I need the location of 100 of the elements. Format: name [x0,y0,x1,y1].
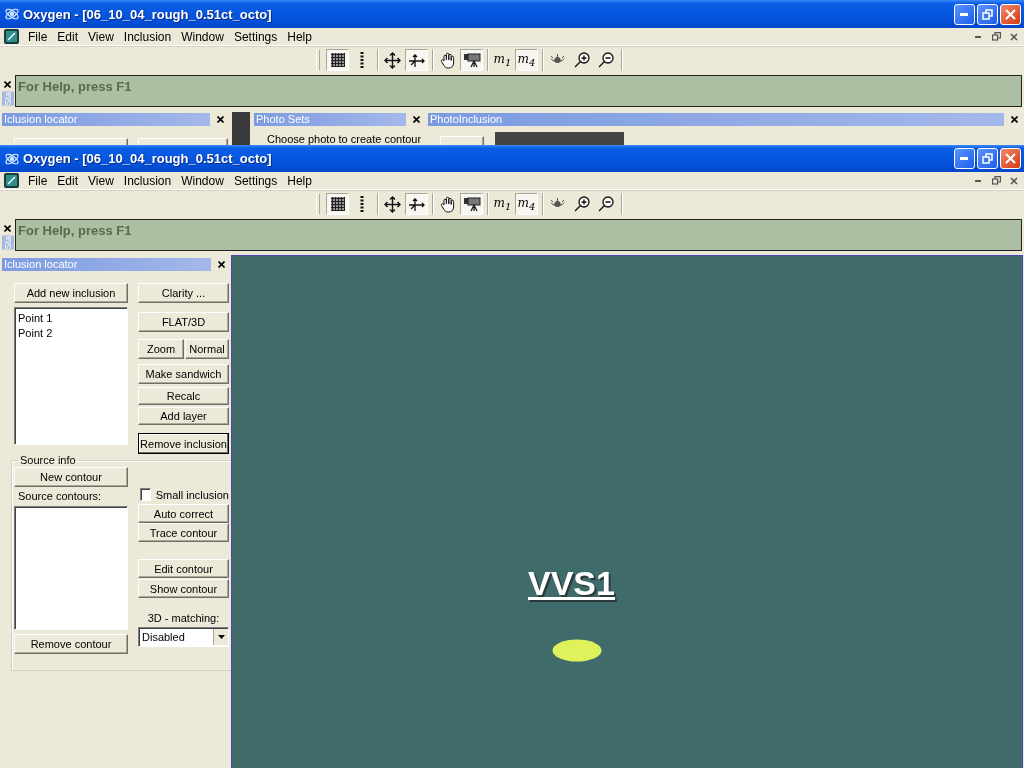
hand-icon [439,51,456,69]
window-title: Oxygen - [06_10_04_rough_0.51ct_octo] [23,6,272,22]
edit-contour-button[interactable]: Edit contour [138,559,229,578]
menu-item[interactable]: Window [176,172,229,189]
list-item[interactable]: Point 1 [18,311,53,326]
hand-icon [439,195,456,213]
zoom-out-icon [597,52,614,68]
zoom-out-icon [597,196,614,212]
dotted-line-icon [359,196,364,212]
panel-title: Iclusion locator [2,112,211,126]
inclusion-list[interactable]: Point 1 Point 2 [14,307,128,445]
grid-icon [330,197,345,211]
show-contour-button[interactable]: Show contour [138,579,229,598]
help-text: For Help, press F1 [17,222,132,238]
close-icon [1010,115,1018,123]
menu-item[interactable]: Settings [228,172,283,189]
auto-correct-button[interactable]: Auto correct [138,504,229,523]
add-inclusion-button[interactable]: Add new inclusion [14,283,128,303]
close-icon [412,115,420,123]
restore-icon [982,153,993,164]
contour-list[interactable] [14,506,128,630]
close-icon [4,225,11,232]
zoom-button[interactable]: Zoom [138,339,184,359]
menu-item[interactable]: Edit [52,28,84,45]
tool-button[interactable] [381,193,404,215]
menu-item[interactable]: Settings [228,28,283,45]
menu-item[interactable]: View [83,28,119,45]
remove-contour-button[interactable]: Remove contour [14,634,128,654]
flat-3d-button[interactable]: FLAT/3D [138,312,229,332]
tool-button[interactable]: m$_{1}$ [491,193,514,215]
checkbox[interactable] [140,488,151,501]
move-icon [384,195,401,213]
close-button[interactable] [1008,113,1020,125]
close-icon [216,115,224,123]
minimize-icon [975,179,981,182]
menu-item[interactable]: File [23,172,53,189]
panel-title: Photo Sets [254,112,406,126]
minimize-icon [960,12,969,16]
group-label: Source info [19,454,77,466]
eye-icon [549,54,566,66]
normal-button[interactable]: Normal [185,339,229,359]
grid-icon [330,53,345,67]
menu-item[interactable]: Window [176,28,229,45]
view-canvas[interactable]: VVS1 [231,255,1023,768]
eye-icon [549,198,566,210]
close-button[interactable] [2,79,13,90]
close-button[interactable] [214,113,226,125]
menu-item[interactable]: Inclusion [118,28,177,45]
tool-button[interactable]: m$_{4}$ [515,49,538,71]
inclusion-shape [552,639,602,662]
zoom-in-icon [573,196,590,212]
restore-icon [982,8,993,20]
menu-item[interactable]: File [23,28,53,45]
zoom-in-icon [573,52,590,68]
new-contour-button[interactable]: New contour [14,467,128,487]
minimize-button[interactable] [954,3,975,25]
clarity-button[interactable]: Clarity ... [138,283,229,303]
close-button[interactable] [215,258,227,270]
tool-button[interactable] [460,193,483,215]
restore-button[interactable] [977,3,998,25]
tool-button[interactable] [405,193,428,215]
trace-contour-button[interactable]: Trace contour [138,523,229,542]
close-icon [4,81,11,88]
close-icon [1005,153,1016,164]
menu-item[interactable]: Help [282,28,317,45]
close-button[interactable] [410,113,422,125]
dotted-line-icon [359,52,364,68]
field-label: 3D - matching: [147,612,220,624]
menu-item[interactable]: Help [282,172,317,189]
tool-button[interactable] [381,49,404,71]
menu-item[interactable]: View [83,172,119,189]
dropdown-arrow-icon [217,635,225,639]
close-icon [1005,8,1016,20]
move-icon [384,51,401,69]
tool-button[interactable] [326,49,349,71]
tool-button[interactable]: m$_{1}$ [491,49,514,71]
field-label: Source contours: [17,490,102,502]
tool-button[interactable] [405,49,428,71]
list-item[interactable]: Point 2 [18,326,53,341]
panel-title: Iclusion locator [2,257,212,271]
restore-button[interactable] [977,148,998,169]
matching-dropdown[interactable]: Disabled [138,627,229,647]
recalc-button[interactable]: Recalc [138,387,229,405]
close-icon [1010,32,1018,41]
minimize-button[interactable] [954,148,975,169]
camera-icon [462,196,481,212]
close-button[interactable] [2,223,13,234]
tool-button[interactable]: m$_{4}$ [515,193,538,215]
restore-icon [991,32,1001,41]
tool-button[interactable] [460,49,483,71]
menu-item[interactable]: Edit [52,172,84,189]
make-sandwich-button[interactable]: Make sandwich [138,364,229,384]
clarity-grade-label: VVS1 [528,564,615,603]
close-icon [217,260,225,268]
remove-inclusion-button[interactable]: Remove inclusion [138,433,229,454]
tool-button[interactable] [326,193,349,215]
add-layer-button[interactable]: Add layer [138,407,229,425]
menu-item[interactable]: Inclusion [118,172,177,189]
checkbox-label: Small inclusion [155,488,229,501]
restore-icon [991,176,1001,185]
